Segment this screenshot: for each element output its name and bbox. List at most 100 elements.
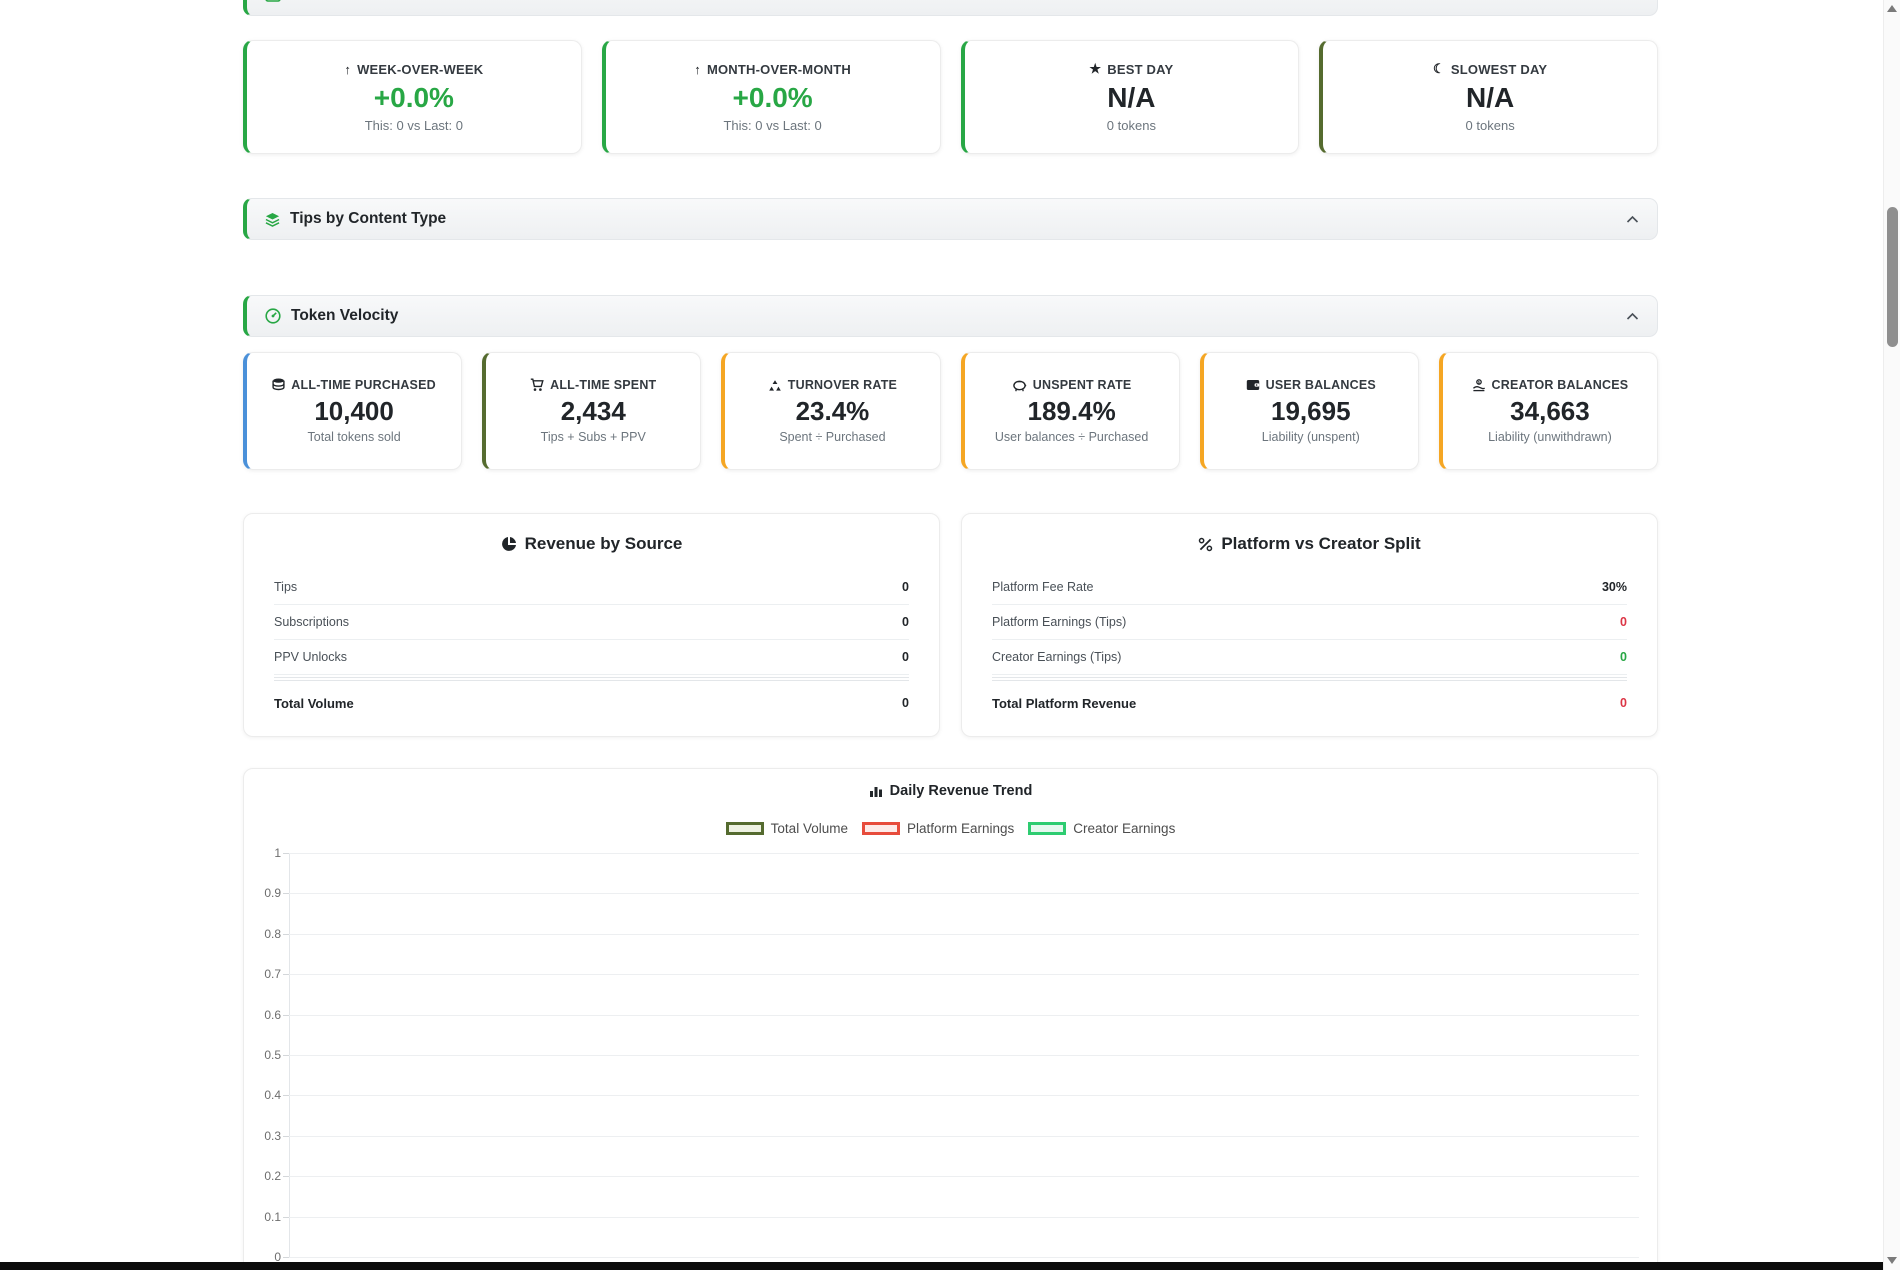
stat-label: UNSPENT RATE <box>1012 378 1132 392</box>
section-title: Tips by Content Type <box>290 210 446 228</box>
row-value: 0 <box>902 650 909 664</box>
stat-sublabel: This: 0 vs Last: 0 <box>723 118 821 133</box>
row-value: 0 <box>1620 615 1627 629</box>
stat-value: 23.4% <box>796 396 870 427</box>
y-tick-label: 0.1 <box>241 1210 281 1224</box>
stat-sublabel: Liability (unspent) <box>1262 430 1360 444</box>
panel-row-total-platform-revenue: Total Platform Revenue 0 <box>992 681 1627 725</box>
section-title: Revenue Trends <box>291 0 411 3</box>
chevron-up-icon[interactable] <box>1626 215 1639 224</box>
cart-icon <box>530 378 544 392</box>
chart-plot-area: 1 0.9 0.8 0.7 0.6 0.5 0.4 0.3 0.2 0.1 0 <box>289 853 1639 1257</box>
y-tick-label: 0.9 <box>241 886 281 900</box>
panel-row-tips: Tips 0 <box>274 570 909 605</box>
legend-item-creator-earnings[interactable]: Creator Earnings <box>1028 821 1175 836</box>
revenue-by-source-panel: Revenue by Source Tips 0 Subscriptions 0… <box>243 513 940 737</box>
stat-value: N/A <box>1466 82 1514 114</box>
scrollbar-down-arrow-icon[interactable] <box>1887 1257 1897 1264</box>
velocity-cards-row: ALL-TIME PURCHASED 10,400 Total tokens s… <box>243 352 1658 470</box>
legend-label: Creator Earnings <box>1073 821 1175 836</box>
panel-row-platform-fee-rate: Platform Fee Rate 30% <box>992 570 1627 605</box>
panel-title: Platform vs Creator Split <box>992 534 1627 554</box>
moon-icon: ☾ <box>1433 61 1445 77</box>
row-label: Total Volume <box>274 696 354 711</box>
percent-icon <box>1198 537 1213 552</box>
chart-column-icon <box>869 785 883 798</box>
trend-cards-row: ↑WEEK-OVER-WEEK +0.0% This: 0 vs Last: 0… <box>243 40 1658 154</box>
legend-item-total-volume[interactable]: Total Volume <box>726 821 848 836</box>
chart-line-icon <box>265 0 281 2</box>
row-value: 0 <box>1620 650 1627 664</box>
row-value: 0 <box>1620 696 1627 710</box>
y-tick-label: 0.7 <box>241 967 281 981</box>
row-label: Platform Fee Rate <box>992 580 1093 594</box>
stat-value: 189.4% <box>1028 396 1116 427</box>
layers-icon <box>265 212 280 227</box>
stat-sublabel: 0 tokens <box>1107 118 1156 133</box>
row-value: 0 <box>902 580 909 594</box>
stat-sublabel: This: 0 vs Last: 0 <box>365 118 463 133</box>
stat-card-best-day: ★BEST DAY N/A 0 tokens <box>961 40 1300 154</box>
piggy-bank-icon <box>1012 379 1027 392</box>
stat-sublabel: Liability (unwithdrawn) <box>1488 430 1612 444</box>
legend-swatch <box>1028 822 1066 835</box>
y-tick-label: 1 <box>241 846 281 860</box>
stat-value: +0.0% <box>374 82 454 114</box>
legend-label: Total Volume <box>771 821 848 836</box>
panel-row-ppv-unlocks: PPV Unlocks 0 <box>274 640 909 675</box>
stat-value: N/A <box>1107 82 1155 114</box>
stat-card-month-over-month: ↑MONTH-OVER-MONTH +0.0% This: 0 vs Last:… <box>602 40 941 154</box>
legend-swatch <box>862 822 900 835</box>
section-header-token-velocity[interactable]: Token Velocity <box>243 295 1658 337</box>
stat-label: ALL-TIME PURCHASED <box>272 378 436 392</box>
section-header-tips-by-content-type[interactable]: Tips by Content Type <box>243 198 1658 240</box>
y-tick-label: 0.3 <box>241 1129 281 1143</box>
stat-card-all-time-purchased: ALL-TIME PURCHASED 10,400 Total tokens s… <box>243 352 462 470</box>
stat-value: 19,695 <box>1271 396 1351 427</box>
stat-label: ALL-TIME SPENT <box>530 378 656 392</box>
daily-revenue-trend-card: Daily Revenue Trend Total Volume Platfor… <box>243 768 1658 1270</box>
stat-label: USER BALANCES <box>1246 378 1376 392</box>
y-tick-label: 0.5 <box>241 1048 281 1062</box>
row-label: Creator Earnings (Tips) <box>992 650 1121 664</box>
stat-card-unspent-rate: UNSPENT RATE 189.4% User balances ÷ Purc… <box>961 352 1180 470</box>
stat-label: ↑MONTH-OVER-MONTH <box>694 62 851 77</box>
legend-item-platform-earnings[interactable]: Platform Earnings <box>862 821 1014 836</box>
platform-vs-creator-split-panel: Platform vs Creator Split Platform Fee R… <box>961 513 1658 737</box>
legend-label: Platform Earnings <box>907 821 1014 836</box>
panel-row-creator-earnings: Creator Earnings (Tips) 0 <box>992 640 1627 675</box>
stat-sublabel: 0 tokens <box>1466 118 1515 133</box>
chevron-up-icon[interactable] <box>1626 312 1639 321</box>
stat-label: ☾SLOWEST DAY <box>1433 61 1547 77</box>
wallet-icon <box>1246 379 1260 391</box>
row-value: 30% <box>1602 580 1627 594</box>
section-header-revenue-trends[interactable]: Revenue Trends <box>243 0 1658 16</box>
section-title: Token Velocity <box>291 307 398 325</box>
row-label: Total Platform Revenue <box>992 696 1136 711</box>
scrollbar-thumb[interactable] <box>1887 207 1898 347</box>
panel-row-subscriptions: Subscriptions 0 <box>274 605 909 640</box>
arrow-up-icon: ↑ <box>694 62 701 77</box>
panel-row-platform-earnings: Platform Earnings (Tips) 0 <box>992 605 1627 640</box>
row-label: Platform Earnings (Tips) <box>992 615 1126 629</box>
stat-value: 10,400 <box>314 396 394 427</box>
database-icon <box>272 378 285 392</box>
y-tick-label: 0.4 <box>241 1088 281 1102</box>
stat-label: TURNOVER RATE <box>768 378 897 392</box>
row-label: Tips <box>274 580 297 594</box>
stat-sublabel: Total tokens sold <box>308 430 401 444</box>
scrollbar-up-arrow-icon[interactable] <box>1887 5 1897 12</box>
legend-swatch <box>726 822 764 835</box>
svg-text:$: $ <box>1477 380 1479 384</box>
stat-card-week-over-week: ↑WEEK-OVER-WEEK +0.0% This: 0 vs Last: 0 <box>243 40 582 154</box>
stat-label: ★BEST DAY <box>1089 61 1173 77</box>
stat-card-turnover-rate: TURNOVER RATE 23.4% Spent ÷ Purchased <box>721 352 940 470</box>
star-icon: ★ <box>1089 61 1101 77</box>
dashboard-viewport: Revenue Trends ↑WEEK-OVER-WEEK +0.0% Thi… <box>0 0 1900 1270</box>
stat-sublabel: User balances ÷ Purchased <box>995 430 1148 444</box>
stat-card-user-balances: USER BALANCES 19,695 Liability (unspent) <box>1200 352 1419 470</box>
panel-row-total-volume: Total Volume 0 <box>274 681 909 725</box>
vertical-scrollbar[interactable] <box>1883 0 1900 1270</box>
pie-chart-icon <box>501 536 517 552</box>
stat-card-creator-balances: $ CREATOR BALANCES 34,663 Liability (unw… <box>1439 352 1658 470</box>
